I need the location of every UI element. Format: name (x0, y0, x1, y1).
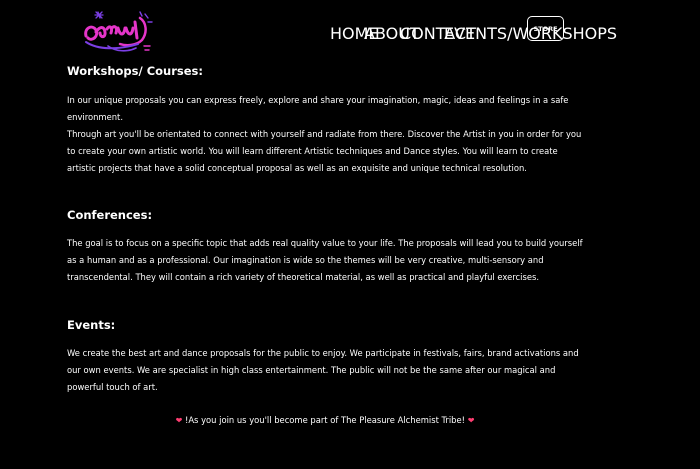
store-button[interactable]: STORE (527, 16, 564, 41)
events-heading: Events: (67, 318, 116, 332)
events-section: Events: We create the best art and dance… (67, 317, 587, 396)
workshops-heading: Workshops/ Courses: (67, 64, 203, 78)
events-paragraph: We create the best art and dance proposa… (67, 348, 579, 392)
site-header: HOME ABOUT CONTACT EVENTS/WORKSHOPS STOR… (0, 0, 700, 60)
conferences-heading: Conferences: (67, 208, 153, 222)
workshops-paragraph-2: Through art you'll be orientated to conn… (67, 129, 582, 173)
workshops-paragraph-1: In our unique proposals you can express … (67, 95, 569, 122)
heart-icon: ❤ (467, 415, 475, 425)
workshops-section: Workshops/ Courses: In our unique propos… (67, 63, 587, 177)
conferences-section: Conferences: The goal is to focus on a s… (67, 207, 587, 286)
conferences-paragraph: The goal is to focus on a specific topic… (67, 238, 583, 282)
site-logo[interactable] (78, 6, 160, 54)
tribe-tagline: ❤ !As you join us you'll become part of … (0, 413, 650, 428)
tagline-text: !As you join us you'll become part of Th… (184, 415, 466, 425)
heart-icon: ❤ (175, 415, 183, 425)
